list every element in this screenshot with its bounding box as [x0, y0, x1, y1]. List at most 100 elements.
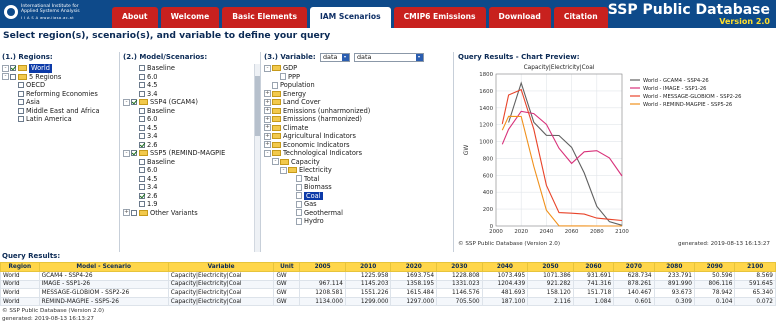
- column-header[interactable]: 2050: [527, 262, 574, 272]
- collapse-icon[interactable]: -: [123, 98, 130, 106]
- models-tree-item[interactable]: - SSP4 (GCAM4): [123, 98, 252, 107]
- checkbox[interactable]: [131, 150, 137, 157]
- checkbox[interactable]: [139, 201, 145, 208]
- models-tree-item[interactable]: 3.4: [123, 132, 252, 141]
- column-header[interactable]: 2080: [653, 262, 696, 272]
- variable-filter-dropdown[interactable]: data: [320, 53, 350, 62]
- variables-tree-item[interactable]: Biomass: [264, 183, 451, 192]
- column-header[interactable]: 2030: [436, 262, 483, 272]
- column-header[interactable]: 2060: [572, 262, 615, 272]
- models-tree-item[interactable]: 4.5: [123, 175, 252, 184]
- column-header[interactable]: Variable: [167, 262, 275, 272]
- column-header[interactable]: 2040: [481, 262, 529, 272]
- variables-tree-item[interactable]: PPP: [264, 73, 451, 82]
- variables-tree-item[interactable]: + Economic Indicators: [264, 141, 451, 150]
- variables-tree-item[interactable]: - GDP: [264, 64, 451, 73]
- regions-tree-item[interactable]: Asia: [2, 98, 117, 107]
- checkbox[interactable]: [18, 90, 24, 97]
- variables-tree-item[interactable]: + Climate: [264, 124, 451, 133]
- collapse-icon[interactable]: -: [280, 166, 287, 174]
- column-header[interactable]: 2005: [299, 262, 346, 272]
- iiasa-logo[interactable]: International Institute for Applied Syst…: [4, 3, 92, 25]
- checkbox[interactable]: [139, 192, 145, 199]
- variables-tree-item[interactable]: + Agricultural Indicators: [264, 132, 451, 141]
- checkbox[interactable]: [139, 167, 145, 174]
- models-tree-item[interactable]: 3.4: [123, 183, 252, 192]
- checkbox[interactable]: [131, 209, 137, 216]
- expand-icon[interactable]: +: [264, 90, 271, 98]
- checkbox[interactable]: [131, 99, 137, 106]
- tab-welcome[interactable]: Welcome: [160, 7, 220, 28]
- checkbox[interactable]: [10, 73, 16, 80]
- variable-source-dropdown[interactable]: data: [354, 53, 424, 62]
- variables-tree-item[interactable]: Total: [264, 175, 451, 184]
- models-tree-item[interactable]: Baseline: [123, 64, 252, 73]
- variables-tree-item[interactable]: Geothermal: [264, 209, 451, 218]
- tab-basic-elements[interactable]: Basic Elements: [222, 7, 307, 28]
- checkbox[interactable]: [18, 116, 24, 123]
- expand-icon[interactable]: +: [264, 107, 271, 115]
- tab-cmip6-emissions[interactable]: CMIP6 Emissions: [393, 7, 486, 28]
- variables-tree-item[interactable]: Coal: [264, 191, 451, 200]
- tab-about[interactable]: About: [112, 7, 158, 28]
- column-header[interactable]: 2020: [390, 262, 438, 272]
- checkbox[interactable]: [10, 65, 16, 72]
- column-header[interactable]: 2100: [734, 262, 776, 272]
- checkbox[interactable]: [139, 107, 145, 114]
- variables-tree-item[interactable]: Gas: [264, 200, 451, 209]
- expand-icon[interactable]: +: [264, 141, 271, 149]
- expand-icon[interactable]: +: [264, 132, 271, 140]
- collapse-icon[interactable]: -: [272, 158, 279, 166]
- expand-icon[interactable]: +: [264, 98, 271, 106]
- table-row[interactable]: World IMAGE - SSP1-26 Capacity|Electricity…: [0, 279, 776, 290]
- checkbox[interactable]: [139, 82, 145, 89]
- models-tree-item[interactable]: 2.6: [123, 192, 252, 201]
- models-tree-item[interactable]: 6.0: [123, 115, 252, 124]
- column-header[interactable]: 2010: [344, 262, 392, 272]
- column-header[interactable]: Unit: [273, 262, 301, 272]
- checkbox[interactable]: [139, 73, 145, 80]
- collapse-icon[interactable]: -: [2, 64, 9, 72]
- tab-download[interactable]: Download: [488, 7, 551, 28]
- variables-tree-item[interactable]: + Emissions (harmonized): [264, 115, 451, 124]
- models-tree-item[interactable]: Baseline: [123, 158, 252, 167]
- models-tree-item[interactable]: 2.6: [123, 141, 252, 150]
- column-header[interactable]: Model - Scenario: [38, 262, 169, 272]
- checkbox[interactable]: [18, 107, 24, 114]
- variables-tree-item[interactable]: Hydro: [264, 217, 451, 226]
- regions-tree-item[interactable]: - 5 Regions: [2, 73, 117, 82]
- expand-icon[interactable]: +: [123, 209, 130, 217]
- regions-tree-item[interactable]: Reforming Economies: [2, 90, 117, 99]
- column-header[interactable]: Region: [0, 262, 40, 272]
- models-tree-item[interactable]: 3.4: [123, 90, 252, 99]
- table-row[interactable]: World GCAM4 - SSP4-26 Capacity|Electricity…: [0, 271, 776, 281]
- variables-tree-item[interactable]: - Capacity: [264, 158, 451, 167]
- regions-tree-item[interactable]: Middle East and Africa: [2, 107, 117, 116]
- variables-tree-item[interactable]: - Technological Indicators: [264, 149, 451, 158]
- tab-citation[interactable]: Citation: [553, 7, 608, 28]
- column-header[interactable]: 2090: [693, 262, 736, 272]
- models-tree-item[interactable]: - SSP5 (REMIND-MAGPIE: [123, 149, 252, 158]
- checkbox[interactable]: [139, 90, 145, 97]
- checkbox[interactable]: [139, 175, 145, 182]
- checkbox[interactable]: [139, 141, 145, 148]
- checkbox[interactable]: [18, 82, 24, 89]
- variables-tree-item[interactable]: - Electricity: [264, 166, 451, 175]
- models-scrollbar[interactable]: [254, 64, 260, 252]
- collapse-icon[interactable]: -: [123, 149, 130, 157]
- variables-tree-item[interactable]: + Land Cover: [264, 98, 451, 107]
- models-tree-item[interactable]: Baseline: [123, 107, 252, 116]
- models-tree-item[interactable]: 4.5: [123, 81, 252, 90]
- regions-tree-item[interactable]: OECD: [2, 81, 117, 90]
- models-tree-item[interactable]: 4.5: [123, 124, 252, 133]
- column-header[interactable]: 2070: [613, 262, 655, 272]
- regions-tree-item[interactable]: Latin America: [2, 115, 117, 124]
- checkbox[interactable]: [139, 116, 145, 123]
- collapse-icon[interactable]: -: [264, 149, 271, 157]
- models-scroll-thumb[interactable]: [255, 76, 260, 136]
- variables-tree-item[interactable]: + Emissions (unharmonized): [264, 107, 451, 116]
- checkbox[interactable]: [139, 124, 145, 131]
- variables-tree-item[interactable]: + Energy: [264, 90, 451, 99]
- checkbox[interactable]: [139, 158, 145, 165]
- checkbox[interactable]: [139, 184, 145, 191]
